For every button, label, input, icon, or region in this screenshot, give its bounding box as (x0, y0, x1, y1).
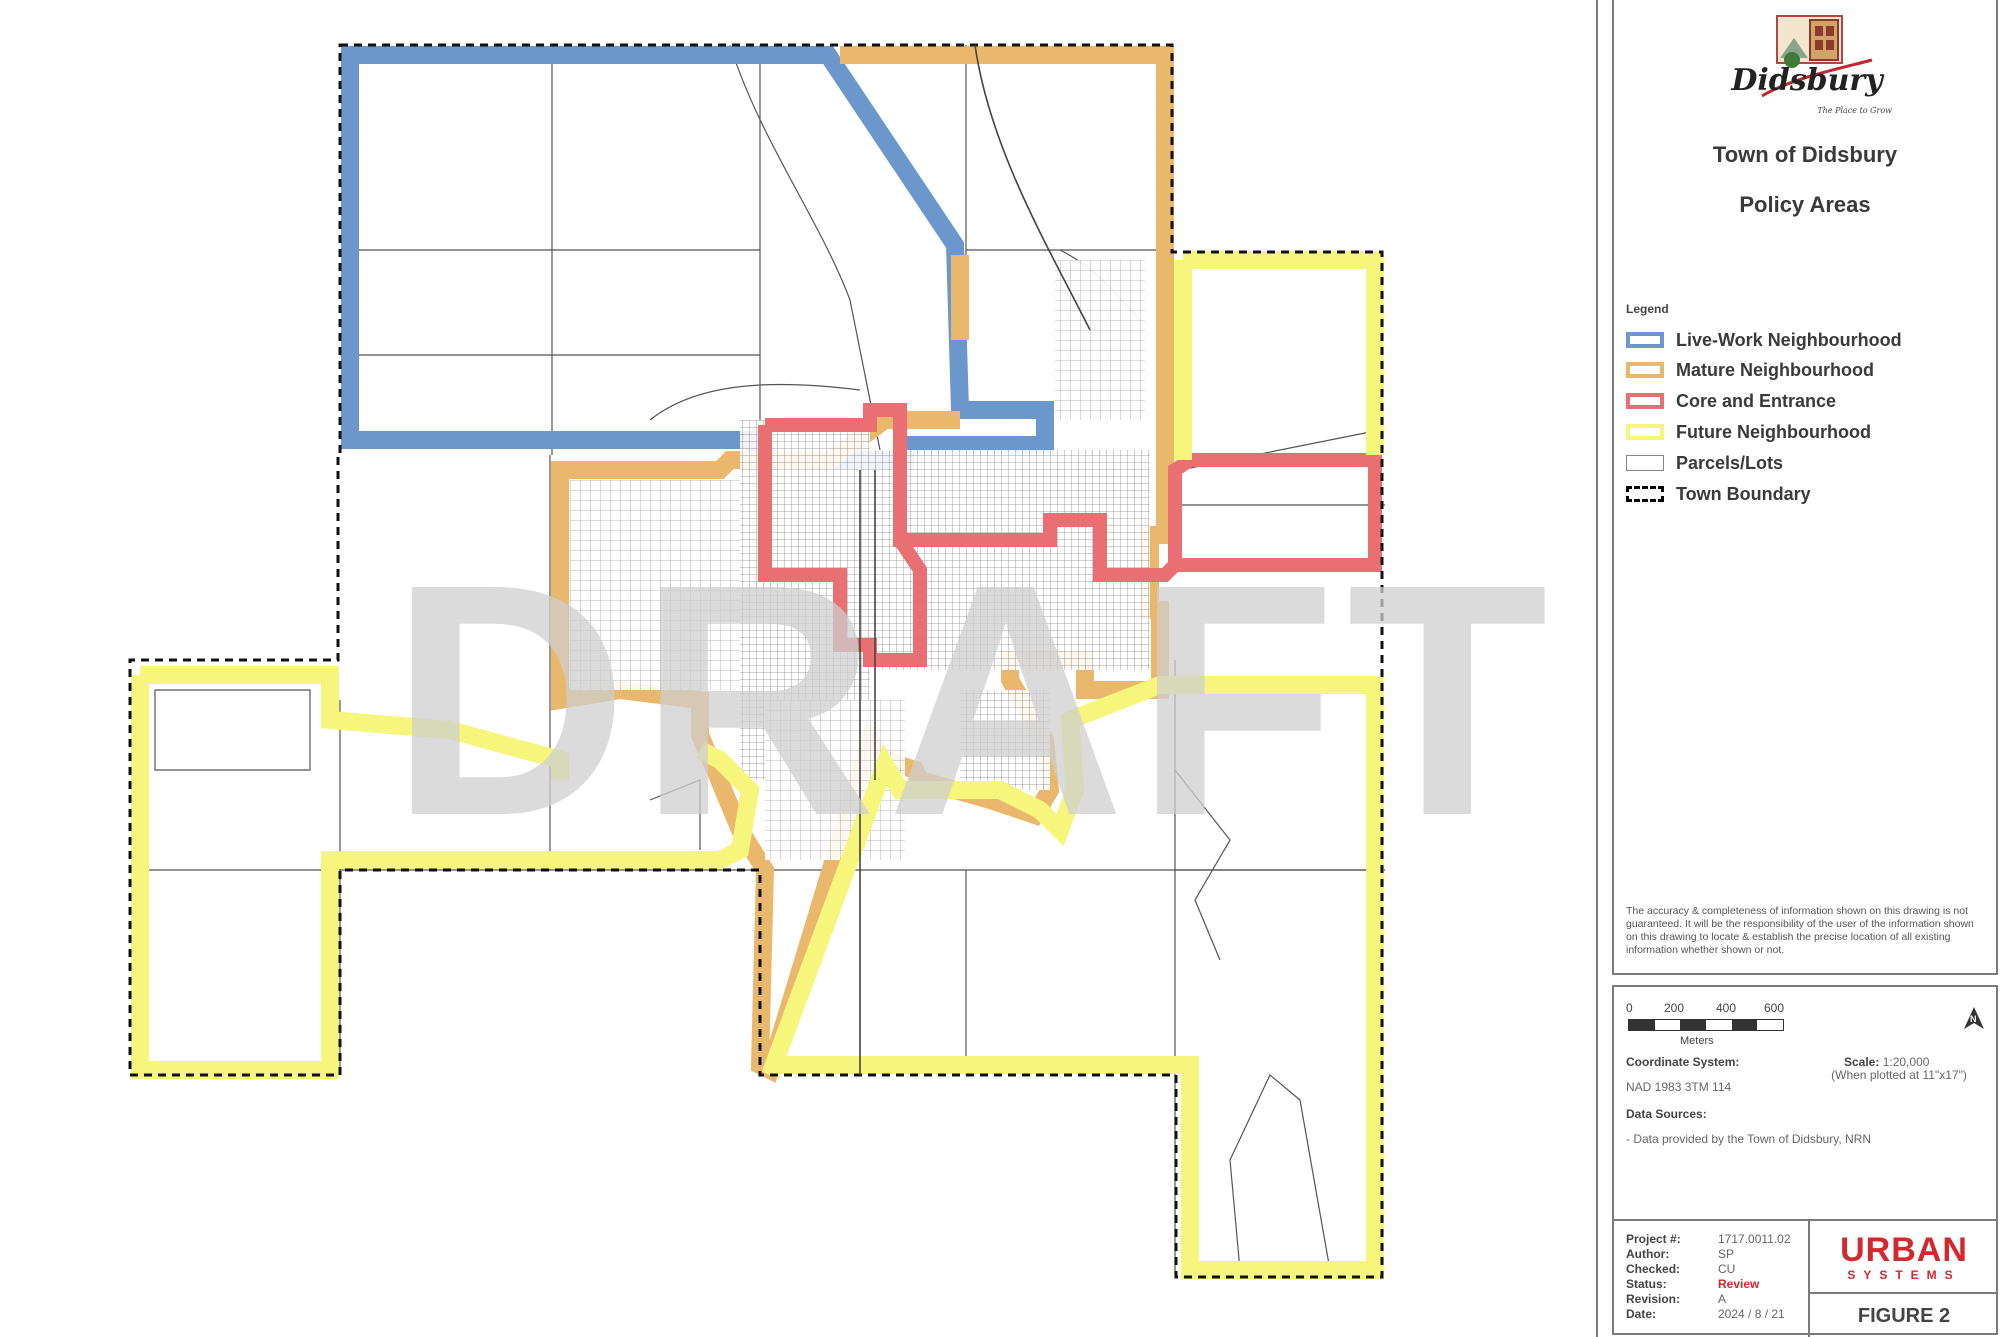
legend-swatch-core (1626, 393, 1664, 409)
legend-label: Mature Neighbourhood (1676, 359, 1874, 380)
disclaimer-text: The accuracy & completeness of informati… (1626, 905, 1974, 956)
author-label: Author: (1626, 1247, 1670, 1261)
legend-swatch-boundary (1626, 486, 1664, 502)
brand-sub: SYSTEMS (1847, 1268, 1961, 1282)
brand-name: URBAN (1840, 1231, 1968, 1269)
data-sources-label: Data Sources: (1626, 1107, 1707, 1121)
policy-areas-map[interactable] (0, 0, 1600, 1337)
legend-item-live-work: Live-Work Neighbourhood (1626, 328, 1902, 352)
legend-swatch-parcels (1626, 455, 1664, 471)
coordinate-system-label: Coordinate System: (1626, 1055, 1740, 1069)
map-title: Town of Didsbury (1712, 142, 1898, 167)
scale-tick: 0 (1626, 1001, 1633, 1015)
legend-item-core: Core and Entrance (1626, 389, 1836, 413)
scale-info: Scale: 1:20,000 (1844, 1055, 1929, 1069)
scale-value: 1:20,000 (1882, 1055, 1930, 1069)
date-value: 2024 / 8 / 21 (1718, 1307, 1785, 1321)
legend-heading: Legend (1626, 302, 1669, 316)
map-area[interactable]: DRAFT (0, 0, 1600, 1337)
scale-label: Scale: (1844, 1055, 1880, 1069)
revision-value: A (1718, 1292, 1727, 1306)
scale-tick: 200 (1664, 1001, 1685, 1015)
legend-label: Live-Work Neighbourhood (1676, 329, 1902, 350)
coordinate-system-value: NAD 1983 3TM 114 (1626, 1080, 1732, 1094)
north-arrow: N (1962, 1005, 1986, 1033)
town-logo: Didsbury The Place to Grow (1722, 8, 1892, 118)
logo-tagline: The Place to Grow (1817, 106, 1892, 115)
project-value: 1717.0011.02 (1718, 1232, 1791, 1246)
legend-item-future: Future Neighbourhood (1626, 420, 1871, 444)
legend-label: Town Boundary (1676, 483, 1811, 504)
date-label: Date: (1626, 1307, 1657, 1321)
map-subtitle: Policy Areas (1739, 192, 1871, 217)
legend-swatch-mature (1626, 362, 1664, 378)
status-label: Status: (1626, 1277, 1667, 1291)
legend-item-mature: Mature Neighbourhood (1626, 358, 1874, 382)
project-info: Project #: 1717.0011.02 Author: SP Check… (1626, 1232, 1798, 1321)
urban-systems-logo: URBAN SYSTEMS (1819, 1233, 1989, 1283)
legend-label: Core and Entrance (1676, 390, 1837, 411)
scale-tick: 400 (1716, 1001, 1737, 1015)
live-work-neighbourhood-area[interactable] (341, 46, 1054, 469)
north-label: N (1970, 1014, 1977, 1024)
divider (1808, 1219, 1810, 1337)
legend-swatch-future (1626, 424, 1664, 440)
title-block-panel: Didsbury The Place to Grow Town of Didsb… (1612, 0, 1998, 975)
legend-item-parcels: Parcels/Lots (1626, 451, 1783, 475)
project-label: Project #: (1626, 1232, 1681, 1246)
scale-unit: Meters (1680, 1035, 1714, 1047)
status-value: Review (1718, 1277, 1760, 1291)
divider (1614, 1219, 1996, 1221)
divider (1810, 1292, 1996, 1294)
map-info-panel: 0 200 400 600 Meters N Coordinate System… (1612, 985, 1998, 1337)
logo-wordmark: Didsbury (1731, 63, 1883, 98)
revision-label: Revision: (1626, 1292, 1681, 1306)
scale-ticks: 0 200 400 600 (1626, 1001, 1786, 1015)
data-sources-value: - Data provided by the Town of Didsbury,… (1626, 1132, 1871, 1146)
scale-tick: 600 (1764, 1001, 1785, 1015)
legend-label: Parcels/Lots (1676, 452, 1784, 473)
legend-item-boundary: Town Boundary (1626, 482, 1811, 506)
legend-label: Future Neighbourhood (1676, 421, 1871, 442)
figure-number: FIGURE 2 (1857, 1305, 1951, 1327)
plot-note: (When plotted at 11"x17") (1831, 1068, 1967, 1082)
scale-bar (1628, 1019, 1784, 1031)
author-value: SP (1718, 1247, 1735, 1261)
checked-label: Checked: (1626, 1262, 1681, 1276)
checked-value: CU (1718, 1262, 1736, 1276)
legend-swatch-live-work (1626, 332, 1664, 348)
